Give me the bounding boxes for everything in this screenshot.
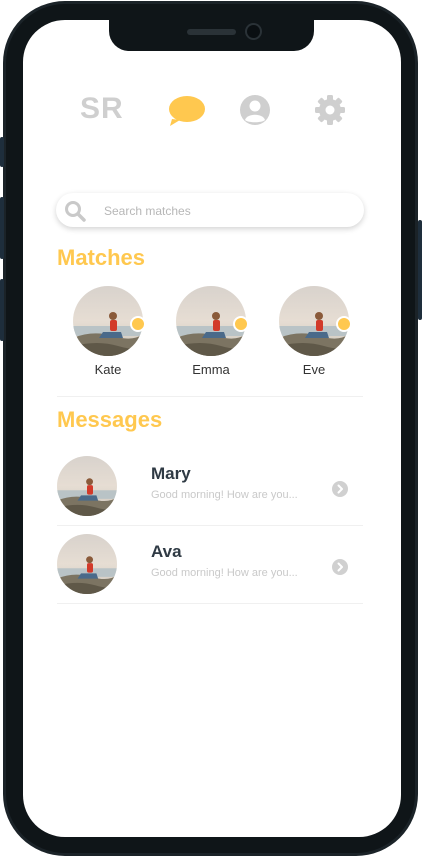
search-icon [65,201,86,222]
side-button-power [418,220,422,320]
settings-icon[interactable] [314,94,346,126]
side-button-volume-down [0,279,4,341]
messages-title: Messages [57,407,163,432]
online-indicator [336,316,352,332]
divider [57,603,363,604]
match-name: Emma [192,362,230,377]
speaker [187,29,236,35]
online-indicator [233,316,249,332]
chevron-right-icon[interactable] [332,481,348,497]
avatar [57,456,117,516]
online-indicator [130,316,146,332]
search-bar [56,193,364,227]
avatar [57,534,117,594]
search-input[interactable] [102,200,356,222]
front-camera [247,25,260,38]
side-button-mute [0,137,4,167]
chevron-right-icon[interactable] [332,559,348,575]
message-preview: Good morning! How are you... [151,489,298,501]
divider [57,525,363,526]
message-sender: Mary [151,464,191,483]
logo[interactable]: SR [80,92,124,126]
divider [57,396,363,397]
message-row[interactable]: Ava Good morning! How are you... [57,534,362,594]
match-name: Kate [94,362,122,377]
message-sender: Ava [151,542,182,561]
matches-title: Matches [57,245,146,270]
profile-icon[interactable] [239,94,271,126]
match-name: Eve [302,362,326,377]
message-row[interactable]: Mary Good morning! How are you... [57,456,362,516]
notch [109,20,314,51]
chat-icon[interactable] [168,95,206,127]
side-button-volume-up [0,197,4,259]
message-preview: Good morning! How are you... [151,567,298,579]
